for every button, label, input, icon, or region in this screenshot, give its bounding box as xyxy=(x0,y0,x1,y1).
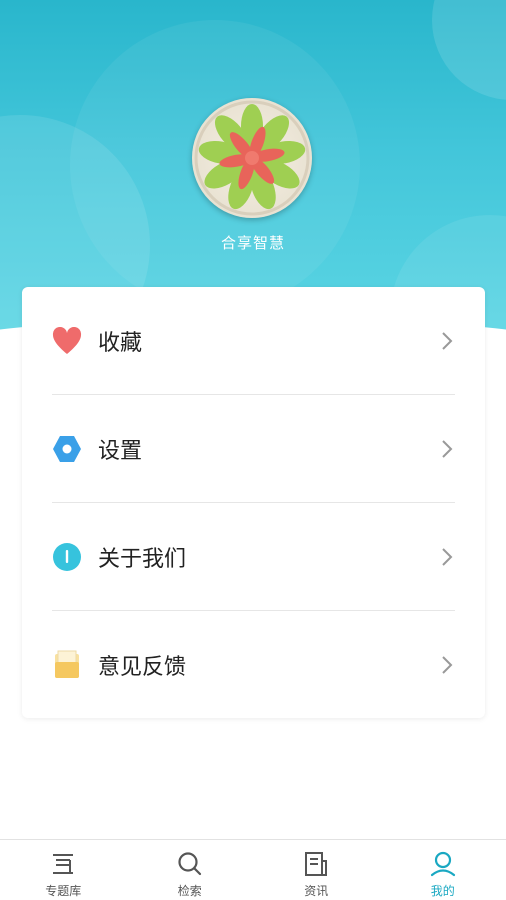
topic-library-icon xyxy=(49,850,77,878)
chevron-right-icon xyxy=(439,546,455,568)
search-icon xyxy=(176,850,204,878)
tab-search[interactable]: 检索 xyxy=(127,840,254,900)
heart-icon xyxy=(52,326,82,356)
menu-item-label: 设置 xyxy=(98,438,143,464)
avatar[interactable] xyxy=(192,98,312,218)
menu-item-about[interactable]: 关于我们 xyxy=(52,503,455,611)
tab-label: 检索 xyxy=(177,884,202,898)
settings-hexagon-icon xyxy=(52,434,82,464)
chevron-right-icon xyxy=(439,330,455,352)
info-icon xyxy=(52,542,82,572)
menu-item-label: 关于我们 xyxy=(98,546,187,572)
chevron-right-icon xyxy=(439,654,455,676)
menu-item-label: 收藏 xyxy=(98,330,143,356)
tab-profile[interactable]: 我的 xyxy=(380,840,506,900)
chevron-right-icon xyxy=(439,438,455,460)
profile-icon xyxy=(429,850,457,878)
feedback-folder-icon xyxy=(52,650,82,680)
bottom-tab-bar: 专题库 检索 资讯 我的 xyxy=(0,839,506,900)
username: 合享智慧 xyxy=(220,234,285,252)
decor-bubble xyxy=(432,0,506,100)
menu-item-feedback[interactable]: 意见反馈 xyxy=(52,611,455,719)
tab-topic-library[interactable]: 专题库 xyxy=(0,840,127,900)
menu-item-settings[interactable]: 设置 xyxy=(52,395,455,503)
menu-card: 收藏 设置 关于我们 意见反馈 xyxy=(22,287,485,718)
tab-label: 我的 xyxy=(430,884,455,898)
tab-news[interactable]: 资讯 xyxy=(253,840,380,900)
tab-label: 资讯 xyxy=(304,884,329,898)
menu-item-favorites[interactable]: 收藏 xyxy=(52,287,455,395)
news-icon xyxy=(302,850,330,878)
tab-label: 专题库 xyxy=(45,884,82,898)
menu-item-label: 意见反馈 xyxy=(98,655,187,680)
